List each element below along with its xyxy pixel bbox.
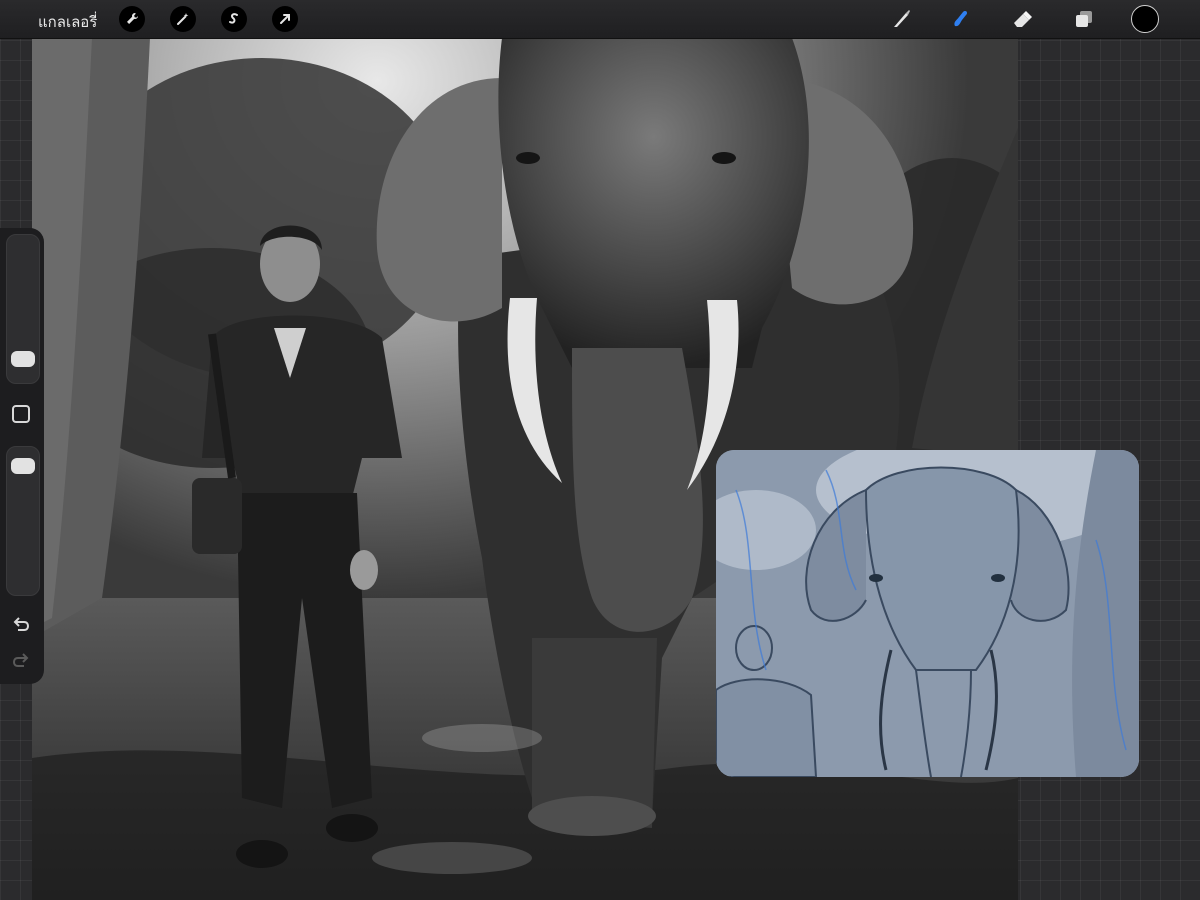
reference-sketch xyxy=(716,450,1139,777)
magic-wand-icon[interactable] xyxy=(170,6,196,32)
smudge-icon[interactable] xyxy=(948,6,974,32)
reference-window[interactable] xyxy=(716,450,1139,777)
arrow-cursor-icon[interactable] xyxy=(272,6,298,32)
opacity-slider[interactable] xyxy=(6,446,40,596)
wrench-icon[interactable] xyxy=(119,6,145,32)
layers-icon[interactable] xyxy=(1071,6,1097,32)
brush-icon[interactable] xyxy=(888,6,914,32)
eraser-icon[interactable] xyxy=(1009,6,1035,32)
color-picker-swatch[interactable] xyxy=(1131,5,1159,33)
opacity-knob[interactable] xyxy=(11,458,35,475)
brush-size-knob[interactable] xyxy=(11,350,35,367)
redo-icon[interactable] xyxy=(10,650,32,672)
selection-s-icon[interactable] xyxy=(221,6,247,32)
left-sidebar xyxy=(0,228,44,684)
modify-square-icon[interactable] xyxy=(12,405,30,423)
brush-size-slider[interactable] xyxy=(6,234,40,384)
undo-icon[interactable] xyxy=(10,614,32,636)
top-toolbar: แกลเลอรี่ xyxy=(0,0,1200,39)
gallery-button[interactable]: แกลเลอรี่ xyxy=(38,10,97,34)
